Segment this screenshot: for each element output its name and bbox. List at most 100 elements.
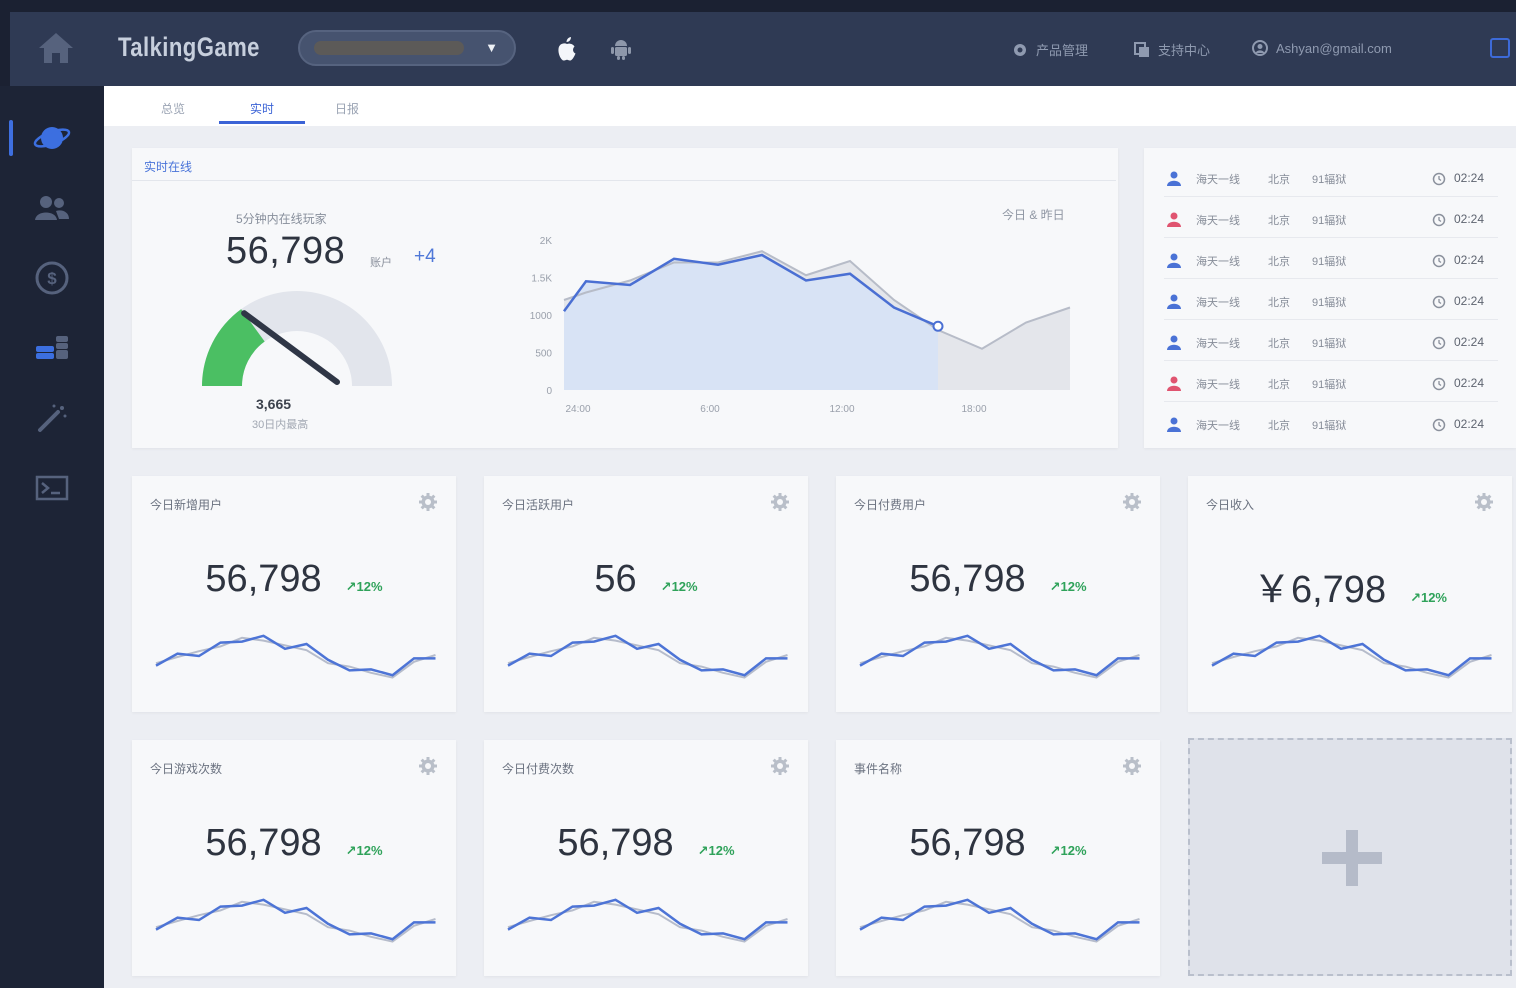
- user-icon: [1167, 335, 1181, 350]
- sparkline: [859, 898, 1140, 943]
- metric-card[interactable]: 今日活跃用户 56 ↗12%: [484, 476, 808, 712]
- metric-change: ↗12%: [1049, 579, 1087, 594]
- online-delta: +4: [414, 246, 436, 267]
- clock-icon: [1432, 172, 1446, 186]
- series-today-area: [564, 255, 938, 390]
- clock-icon: [1432, 336, 1446, 350]
- list-item[interactable]: 海天一线 北京 91辐狱 02:24: [1164, 402, 1498, 443]
- panel-title: 实时在线: [144, 160, 193, 174]
- metric-card[interactable]: 事件名称 56,798 ↗12%: [836, 740, 1160, 976]
- metric-title: 今日付费用户: [854, 498, 927, 512]
- list-item[interactable]: 海天一线 北京 91辐狱 02:24: [1164, 279, 1498, 320]
- metric-value: ￥6,798: [1252, 569, 1387, 611]
- x-tick-label: 12:00: [829, 404, 854, 415]
- list-item[interactable]: 海天一线 北京 91辐狱 02:24: [1164, 197, 1498, 238]
- tab-daily[interactable]: 日报: [304, 100, 390, 117]
- x-tick-label: 6:00: [700, 404, 720, 415]
- gear-icon[interactable]: [1474, 492, 1494, 512]
- app-selector[interactable]: ▼: [298, 30, 516, 66]
- sidebar-item-revenue[interactable]: $: [0, 250, 104, 306]
- gauge-label: 5分钟内在线玩家: [236, 212, 327, 226]
- gear-icon[interactable]: [418, 756, 438, 776]
- gear-icon: [1014, 43, 1026, 56]
- android-icon[interactable]: [610, 37, 632, 61]
- metric-change: ↗12%: [660, 579, 698, 594]
- user-icon: [1167, 171, 1181, 186]
- gauge-max-label: 30日内最高: [252, 419, 309, 431]
- support-center-link[interactable]: 支持中心: [1134, 40, 1210, 59]
- player-name: 海天一线: [1196, 379, 1240, 391]
- realtime-online-panel: 实时在线 5分钟内在线玩家 56,798 账户 +4 3,665 30日内最高 …: [132, 148, 1118, 448]
- metric-card[interactable]: 今日收入 ￥6,798 ↗12%: [1188, 476, 1512, 712]
- dollar-coin-icon: $: [35, 261, 69, 295]
- users-icon: [35, 196, 69, 220]
- online-unit: 账户: [370, 257, 392, 269]
- sidebar-item-data[interactable]: [0, 320, 104, 376]
- gear-icon[interactable]: [770, 492, 790, 512]
- player-name: 海天一线: [1196, 297, 1240, 309]
- list-item[interactable]: 海天一线 北京 91辐狱 02:24: [1164, 320, 1498, 361]
- player-name: 海天一线: [1196, 420, 1240, 432]
- metric-value-row: ￥6,798 ↗12%: [1188, 558, 1512, 611]
- main-content: 总览 实时 日报 实时在线 5分钟内在线玩家 56,798 账户 +4 3,66…: [104, 86, 1516, 988]
- metric-card[interactable]: 今日游戏次数 56,798 ↗12%: [132, 740, 456, 976]
- y-tick-label: 1000: [530, 311, 553, 322]
- player-time: 02:24: [1454, 335, 1485, 349]
- player-city: 北京: [1268, 379, 1290, 391]
- realtime-line-chart: 0 500 1000 1.5K 2K 24:00 6:00 12:00 18:00: [530, 236, 1071, 415]
- gear-icon[interactable]: [418, 492, 438, 512]
- metric-value-row: 56,798 ↗12%: [836, 822, 1160, 868]
- player-time: 02:24: [1454, 171, 1485, 185]
- gear-icon[interactable]: [770, 756, 790, 776]
- list-item[interactable]: 海天一线 北京 91辐狱 02:24: [1164, 361, 1498, 402]
- sparkline-current: [507, 634, 788, 677]
- sparkline-compare: [507, 636, 788, 679]
- apple-icon[interactable]: [556, 36, 578, 62]
- sparkline-current: [859, 634, 1140, 677]
- user-account-link[interactable]: Ashyan@gmail.com: [1252, 40, 1392, 56]
- list-item[interactable]: 海天一线 北京 91辐狱 02:24: [1164, 156, 1498, 197]
- player-server: 91辐狱: [1312, 174, 1347, 186]
- metric-change: ↗12%: [345, 843, 383, 858]
- metric-change: ↗12%: [1049, 843, 1087, 858]
- sidebar-item-console[interactable]: [0, 460, 104, 516]
- player-time: 02:24: [1454, 417, 1485, 431]
- active-tab-indicator: [219, 121, 305, 124]
- sparkline: [155, 634, 436, 679]
- tab-realtime[interactable]: 实时: [219, 100, 305, 117]
- add-metric-card[interactable]: [1188, 738, 1512, 976]
- metric-change: ↗12%: [345, 579, 383, 594]
- user-icon: [1167, 294, 1181, 309]
- sparkline: [507, 898, 788, 943]
- metric-title: 事件名称: [854, 762, 903, 776]
- x-tick-label: 24:00: [565, 404, 590, 415]
- gear-icon[interactable]: [1122, 756, 1142, 776]
- sparkline-compare: [155, 900, 436, 943]
- sidebar-item-tools[interactable]: [0, 390, 104, 446]
- home-icon[interactable]: [36, 30, 76, 66]
- plus-icon: [1322, 830, 1382, 886]
- clock-icon: [1432, 377, 1446, 391]
- product-management-link[interactable]: 产品管理: [1012, 40, 1088, 59]
- player-city: 北京: [1268, 338, 1290, 350]
- list-item[interactable]: 海天一线 北京 91辐狱 02:24: [1164, 238, 1498, 279]
- metric-card[interactable]: 今日新增用户 56,798 ↗12%: [132, 476, 456, 712]
- player-city: 北京: [1268, 174, 1290, 186]
- metric-value-row: 56,798 ↗12%: [132, 822, 456, 868]
- sidebar-item-overview[interactable]: [0, 110, 104, 166]
- coins-stack-icon: [36, 336, 68, 359]
- metric-change: ↗12%: [697, 843, 735, 858]
- logout-icon[interactable]: [1490, 38, 1510, 58]
- player-name: 海天一线: [1196, 256, 1240, 268]
- metric-card[interactable]: 今日付费用户 56,798 ↗12%: [836, 476, 1160, 712]
- tab-overview[interactable]: 总览: [130, 100, 216, 117]
- y-tick-label: 1.5K: [531, 274, 552, 285]
- x-tick-label: 18:00: [961, 404, 986, 415]
- player-city: 北京: [1268, 420, 1290, 432]
- gear-icon[interactable]: [1122, 492, 1142, 512]
- metric-card[interactable]: 今日付费次数 56,798 ↗12%: [484, 740, 808, 976]
- y-tick-label: 0: [546, 386, 552, 397]
- top-bar: TalkingGame ▼ 产品管理 支持中心 Ashyan@gmail.com: [10, 12, 1516, 86]
- sidebar-item-users[interactable]: [0, 180, 104, 236]
- divider: [132, 180, 1116, 181]
